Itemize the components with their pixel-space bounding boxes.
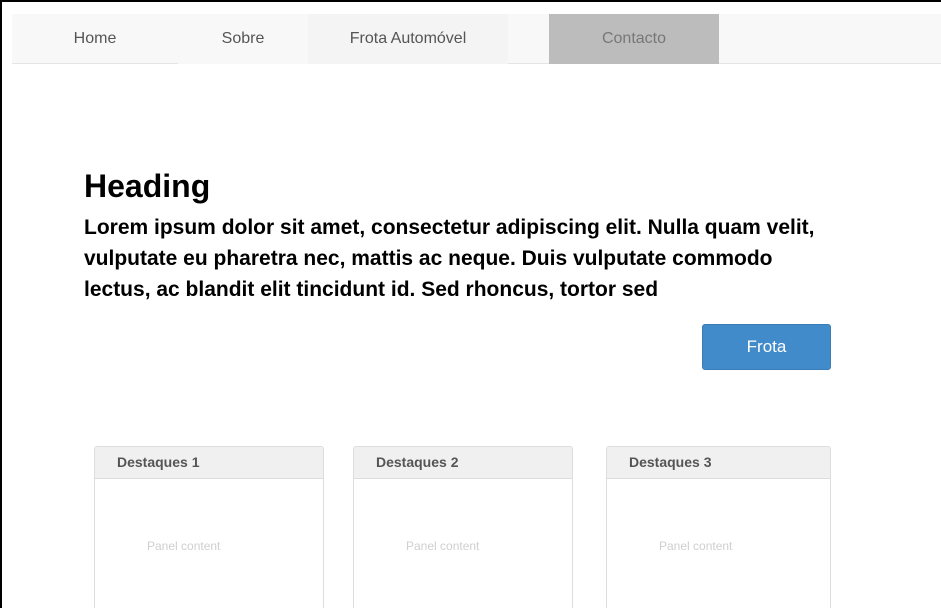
navbar: Home Sobre Frota Automóvel Contacto (12, 14, 941, 64)
nav-item-home[interactable]: Home (12, 14, 178, 64)
panel-destaques-3: Destaques 3 Panel content (606, 446, 831, 608)
panel-heading: Destaques 1 (95, 447, 323, 479)
window-frame-top (0, 0, 941, 2)
nav-item-frota-automovel[interactable]: Frota Automóvel (308, 14, 508, 64)
panel-destaques-2: Destaques 2 Panel content (353, 446, 573, 608)
panel-body: Panel content (406, 539, 480, 553)
panel-heading: Destaques 3 (607, 447, 830, 479)
panel-destaques-1: Destaques 1 Panel content (94, 446, 324, 608)
window-frame-left (0, 0, 2, 608)
nav-item-contacto[interactable]: Contacto (549, 14, 719, 64)
nav-item-sobre[interactable]: Sobre (178, 14, 308, 64)
panel-body: Panel content (659, 539, 733, 553)
page-heading: Heading (84, 168, 211, 204)
frota-button[interactable]: Frota (702, 324, 831, 370)
panel-body: Panel content (147, 539, 221, 553)
panel-heading: Destaques 2 (354, 447, 572, 479)
lead-paragraph: Lorem ipsum dolor sit amet, consectetur … (84, 216, 815, 301)
